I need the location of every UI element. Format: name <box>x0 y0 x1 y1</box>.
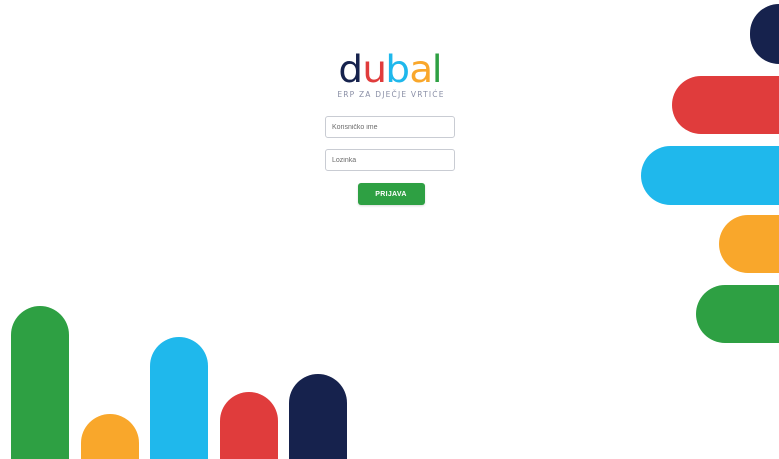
decorative-bar-navy <box>289 374 347 459</box>
login-panel: d u b a l ERP ZA DJEČJE VRTIĆE PRIJAVA <box>325 50 457 205</box>
username-input[interactable] <box>325 116 455 138</box>
decorative-bar-green <box>11 306 69 459</box>
password-input[interactable] <box>325 149 455 171</box>
brand-logo: d u b a l <box>325 50 457 90</box>
decorative-bar-blue <box>150 337 208 459</box>
decorative-bar-orange <box>81 414 139 459</box>
decorative-pill-blue <box>641 146 779 205</box>
logo-letter-d: d <box>338 48 364 91</box>
logo-letter-u: u <box>362 48 387 91</box>
brand-tagline: ERP ZA DJEČJE VRTIĆE <box>337 90 445 99</box>
decorative-pill-orange <box>719 215 779 273</box>
logo-letter-l: l <box>432 48 443 91</box>
decorative-pill-red <box>672 76 779 134</box>
logo-letter-a: a <box>409 48 433 91</box>
login-button[interactable]: PRIJAVA <box>357 183 425 205</box>
logo-letter-b: b <box>385 48 411 91</box>
decorative-pill-navy <box>750 4 779 64</box>
decorative-pill-green <box>696 285 779 343</box>
decorative-bar-red <box>220 392 278 459</box>
